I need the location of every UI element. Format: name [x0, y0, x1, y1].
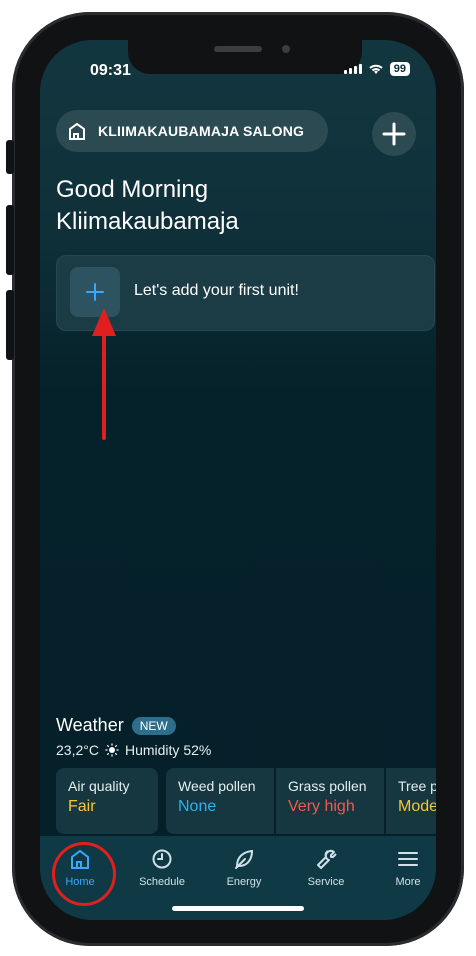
add-button[interactable] — [372, 112, 416, 156]
annotation-arrow — [92, 308, 116, 440]
nav-schedule[interactable]: Schedule — [122, 848, 202, 888]
menu-icon — [398, 852, 418, 866]
speaker — [214, 46, 262, 52]
plus-icon — [382, 122, 406, 146]
nav-label-schedule: Schedule — [139, 876, 185, 888]
tile-value: Very high — [288, 798, 355, 815]
house-icon — [69, 122, 85, 140]
greeting: Good Morning Kliimakaubamaja — [56, 174, 239, 238]
signal-icon — [343, 64, 362, 74]
weather-summary: 23,2°C Humidity 52% — [56, 742, 211, 758]
tile-label: Weed pollen — [178, 778, 256, 794]
tile-label: Air quality — [68, 778, 130, 794]
tile-tree-pollen[interactable]: Tree po Modera — [386, 768, 436, 834]
tile-value: Modera — [398, 798, 436, 815]
weather-title: Weather — [56, 715, 124, 735]
volume-down-button — [6, 290, 14, 360]
sun-icon — [105, 743, 119, 757]
tile-air-quality[interactable]: Air quality Fair — [56, 768, 158, 834]
clock-icon — [152, 849, 172, 869]
location-selector[interactable]: KLIIMAKAUBAMAJA SALONG — [56, 110, 328, 152]
status-time: 09:31 — [90, 62, 131, 79]
nav-more[interactable]: More — [368, 848, 436, 888]
notch — [128, 40, 362, 74]
tile-weed-pollen[interactable]: Weed pollen None — [166, 768, 274, 834]
app-screen: 09:31 99 KLIIMAKAUBAMAJA SALONG Good Mor… — [40, 40, 436, 920]
temperature: 23,2°C — [56, 742, 99, 758]
tile-value: Fair — [68, 798, 96, 815]
leaf-icon — [235, 849, 254, 869]
nav-energy[interactable]: Energy — [204, 848, 284, 888]
new-badge: NEW — [131, 716, 176, 735]
home-annotation-circle — [52, 842, 116, 906]
greeting-line-2: Kliimakaubamaja — [56, 208, 239, 235]
wifi-icon — [369, 64, 383, 74]
humidity: Humidity 52% — [124, 742, 212, 758]
home-indicator — [172, 906, 304, 911]
nav-label-more: More — [395, 876, 421, 888]
camera — [282, 45, 290, 53]
tile-label: Grass pollen — [288, 778, 367, 794]
weather-header: Weather NEW — [56, 715, 176, 736]
battery-indicator: 99 — [389, 62, 410, 76]
nav-label-energy: Energy — [226, 876, 262, 888]
add-unit-text: Let's add your first unit! — [134, 282, 299, 299]
nav-label-service: Service — [307, 876, 345, 888]
mute-switch — [6, 140, 14, 174]
volume-up-button — [6, 205, 14, 275]
tile-label: Tree po — [398, 778, 436, 794]
wrench-icon — [317, 849, 337, 869]
status-icons: 99 — [343, 62, 410, 76]
nav-service[interactable]: Service — [286, 848, 366, 888]
tile-grass-pollen[interactable]: Grass pollen Very high — [276, 768, 384, 834]
tile-value: None — [178, 798, 217, 815]
location-name: KLIIMAKAUBAMAJA SALONG — [98, 123, 305, 139]
greeting-line-1: Good Morning — [56, 176, 209, 203]
weather-tiles: Air quality Fair Weed pollen None Grass … — [56, 768, 436, 836]
